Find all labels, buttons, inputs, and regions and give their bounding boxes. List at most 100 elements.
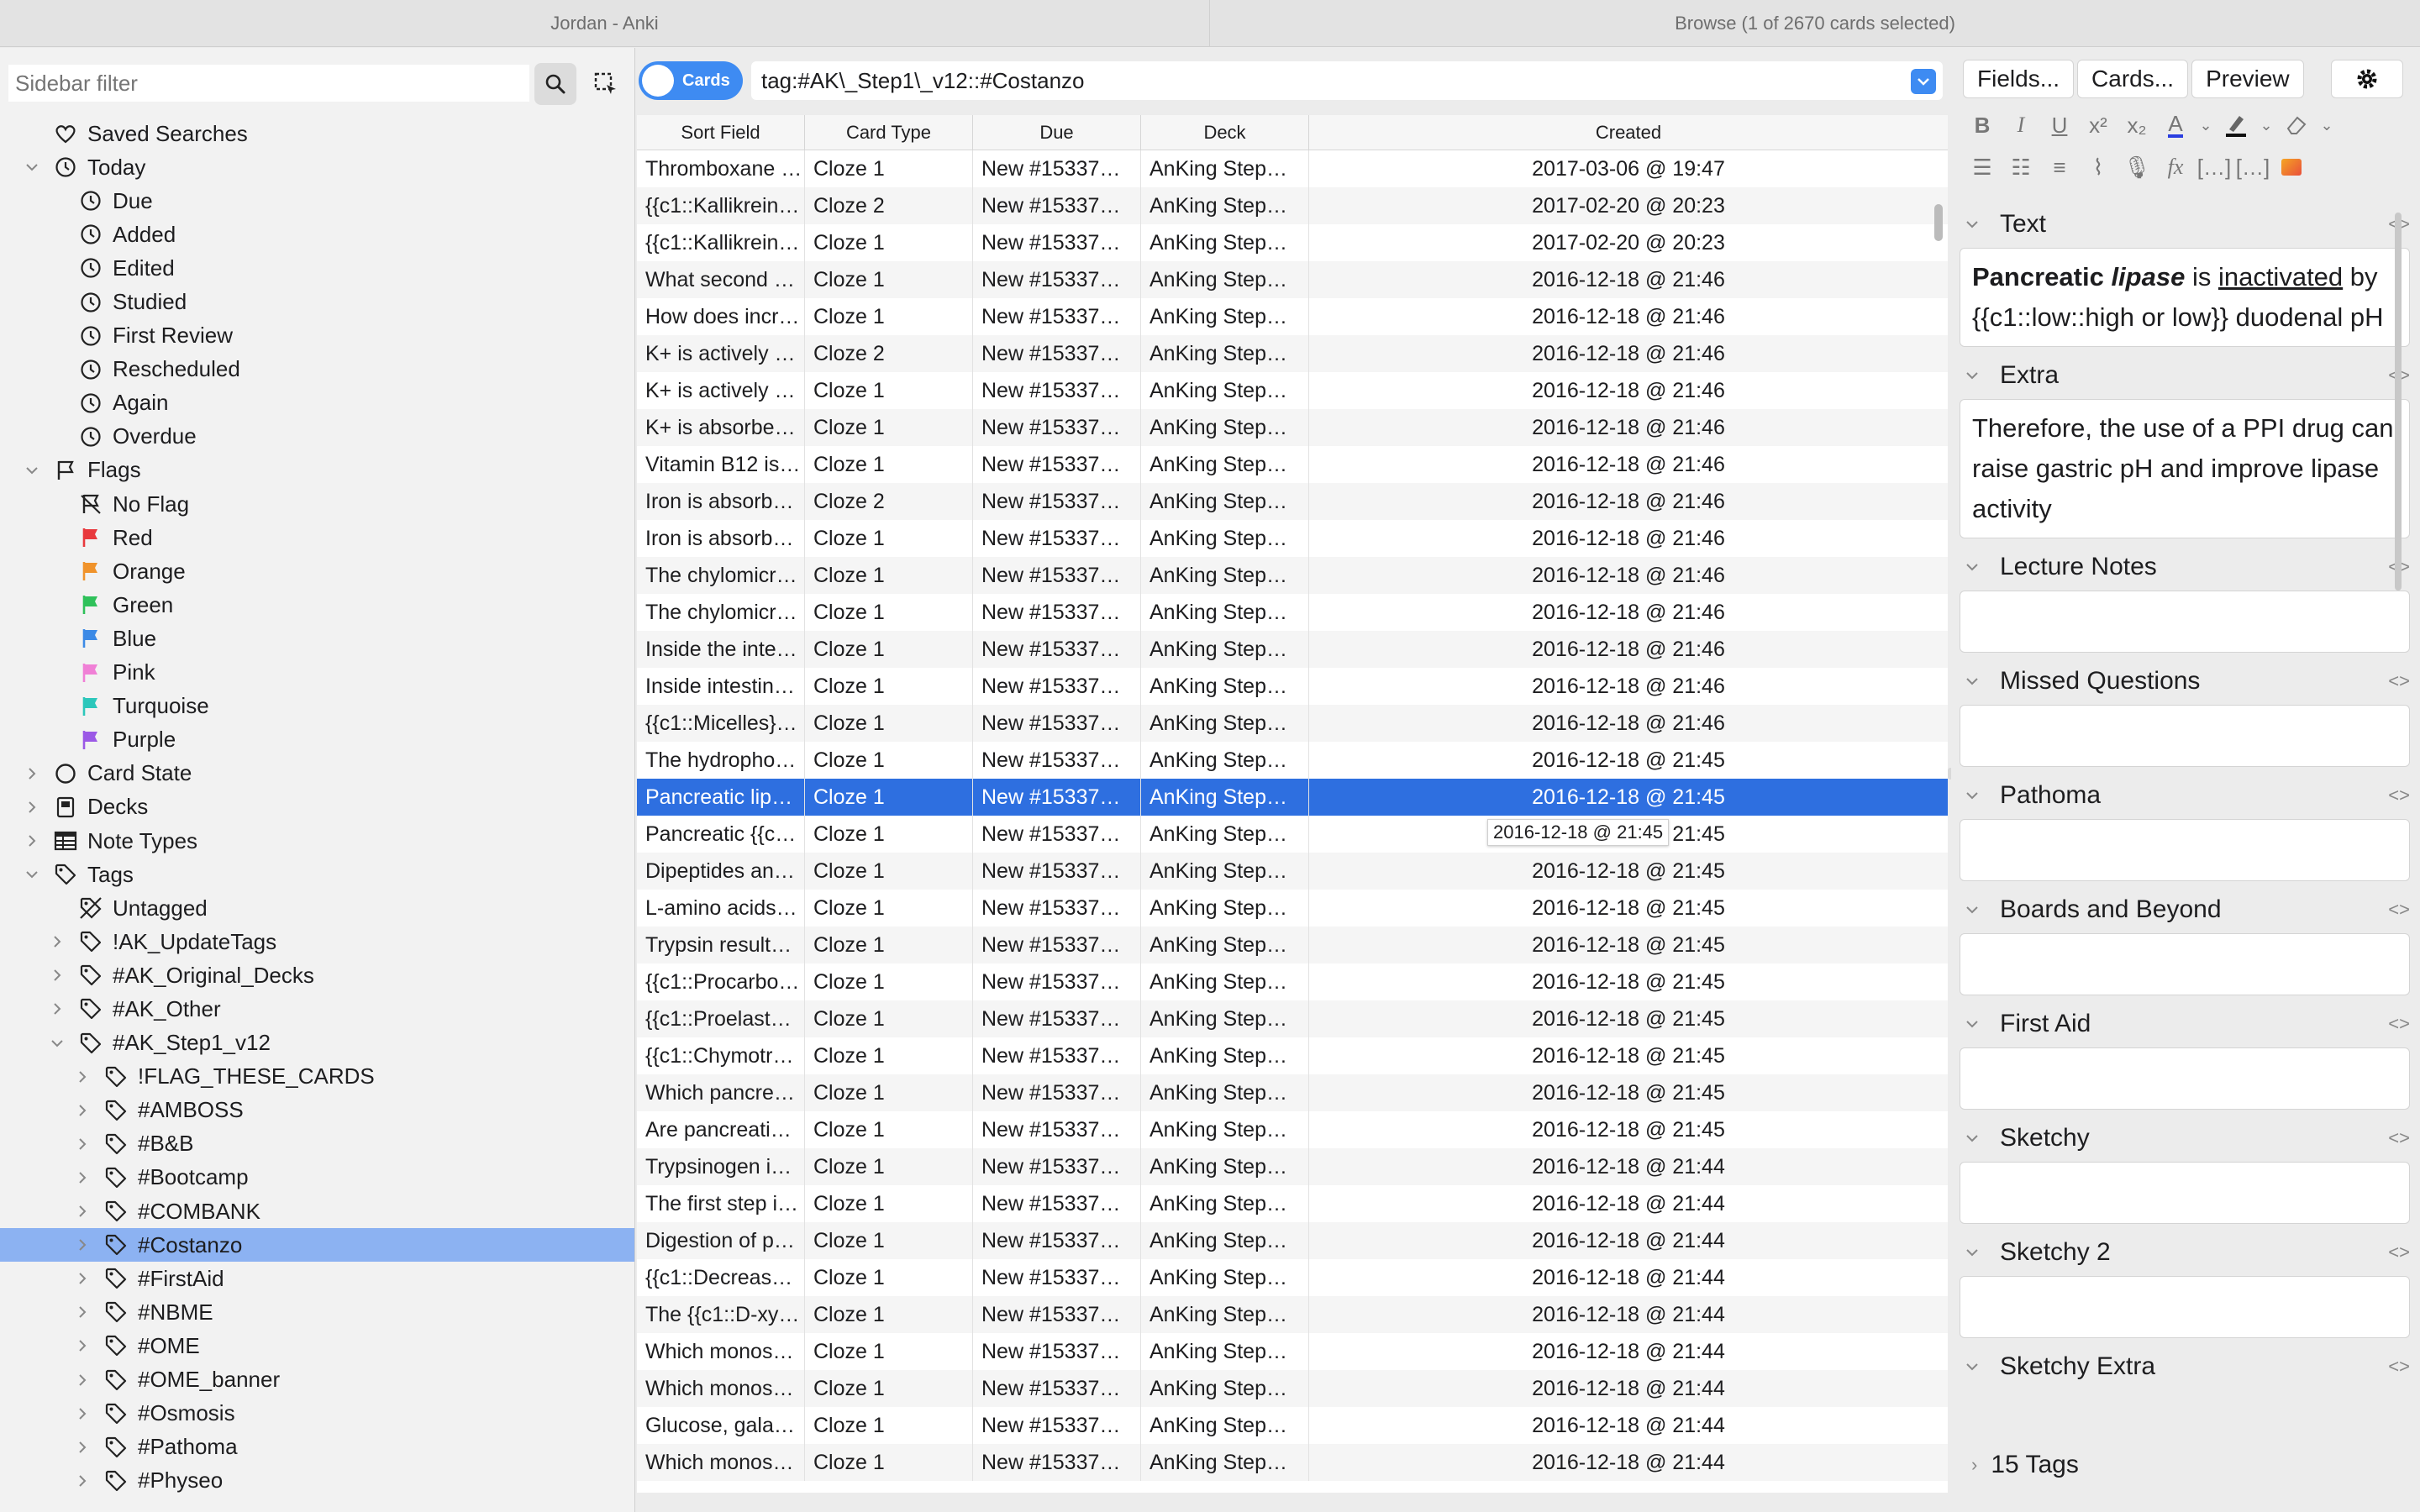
sidebar-search-button[interactable] — [534, 63, 576, 105]
table-row[interactable]: Digestion of p… Cloze 1 New #15337… AnKing … — [637, 1222, 1948, 1259]
table-row[interactable]: How does incr… Cloze 1 New #15337… AnKing S… — [637, 298, 1948, 335]
chevron-right-icon[interactable] — [24, 834, 40, 848]
mathjax-button[interactable]: fx — [2156, 149, 2195, 186]
sidebar-select-mode-button[interactable] — [585, 63, 627, 105]
column-header[interactable]: Card Type — [805, 115, 973, 150]
chevron-down-icon[interactable] — [49, 1039, 66, 1047]
table-row[interactable]: Inside the inte… Cloze 1 New #15337… AnKing… — [637, 631, 1948, 668]
search-input[interactable]: tag:#AK\_Step1\_v12::#Costanzo — [751, 61, 1943, 100]
sidebar-item[interactable]: #AK_Step1_v12 — [0, 1026, 634, 1060]
table-row[interactable]: Are pancreati… Cloze 1 New #15337… AnKing S… — [637, 1111, 1948, 1148]
sidebar-filter-input[interactable] — [8, 65, 529, 102]
chevron-down-icon[interactable] — [1960, 1362, 1985, 1371]
subscript-button[interactable]: x₂ — [2118, 107, 2156, 144]
table-row[interactable]: The chylomicr… Cloze 1 New #15337… AnKing S… — [637, 594, 1948, 631]
sidebar-item[interactable]: Card State — [0, 757, 634, 790]
field-input[interactable] — [1960, 705, 2410, 767]
chevron-down-icon[interactable] — [24, 163, 40, 171]
chevron-right-icon[interactable] — [74, 1474, 91, 1488]
sidebar-item[interactable]: Red — [0, 521, 634, 554]
sidebar-item[interactable]: Again — [0, 386, 634, 420]
column-header[interactable]: Due — [973, 115, 1141, 150]
table-row[interactable]: K+ is absorbe… Cloze 1 New #15337… AnKing S… — [637, 409, 1948, 446]
table-row[interactable]: The {{c1::D-xy… Cloze 1 New #15337… AnKing … — [637, 1296, 1948, 1333]
chevron-down-icon[interactable] — [1960, 563, 1985, 571]
table-row[interactable]: L-amino acids… Cloze 1 New #15337… AnKing S… — [637, 890, 1948, 927]
html-toggle-icon[interactable]: <> — [2388, 1127, 2410, 1149]
sidebar-item[interactable]: Today — [0, 150, 634, 184]
table-row[interactable]: Which monos… Cloze 1 New #15337… AnKing Ste… — [637, 1444, 1948, 1481]
sidebar-item[interactable]: #OME_banner — [0, 1362, 634, 1396]
table-row[interactable]: Which monos… Cloze 1 New #15337… AnKing Ste… — [637, 1333, 1948, 1370]
sidebar-item[interactable]: Decks — [0, 790, 634, 824]
chevron-down-icon[interactable] — [1960, 677, 1985, 685]
html-toggle-icon[interactable]: <> — [2388, 785, 2410, 806]
field-header[interactable]: Text<> — [1960, 207, 2410, 241]
eraser-button[interactable] — [2277, 107, 2316, 144]
html-toggle-icon[interactable]: <> — [2388, 1242, 2410, 1263]
field-input[interactable] — [1960, 933, 2410, 995]
table-row[interactable]: Iron is absorb… Cloze 1 New #15337… AnKing … — [637, 520, 1948, 557]
field-header[interactable]: Sketchy <> — [1960, 1121, 2410, 1155]
chevron-right-icon[interactable] — [49, 969, 66, 982]
chevron-down-icon[interactable] — [24, 466, 40, 475]
table-row[interactable]: Dipeptides an… Cloze 1 New #15337… AnKing S… — [637, 853, 1948, 890]
unordered-list-button[interactable]: ☰ — [1963, 149, 2002, 186]
field-header[interactable]: Missed Questions <> — [1960, 664, 2410, 698]
image-occlusion-button[interactable] — [2272, 149, 2311, 186]
sidebar-item[interactable]: Blue — [0, 622, 634, 655]
sidebar-item[interactable]: #NBME — [0, 1295, 634, 1329]
chevron-right-icon[interactable] — [74, 1339, 91, 1352]
table-row[interactable]: Thromboxane … Cloze 1 New #15337… AnKing St… — [637, 150, 1948, 187]
chevron-right-icon[interactable] — [24, 767, 40, 780]
table-row[interactable]: The hydropho… Cloze 1 New #15337… AnKing St… — [637, 742, 1948, 779]
sidebar-item[interactable]: #Osmosis — [0, 1397, 634, 1431]
record-audio-button[interactable]: 🎙 — [2118, 149, 2156, 186]
cloze-same-button[interactable]: […] — [2233, 149, 2272, 186]
sidebar-item[interactable]: Added — [0, 218, 634, 251]
html-toggle-icon[interactable]: <> — [2388, 670, 2410, 692]
highlight-button[interactable] — [2217, 107, 2255, 144]
table-row[interactable]: {{c1::Proelast… Cloze 1 New #15337… AnKing … — [637, 1000, 1948, 1037]
sidebar-item[interactable]: #Physeo — [0, 1464, 634, 1498]
text-color-dropdown[interactable]: ⌄ — [2195, 107, 2217, 144]
chevron-right-icon[interactable] — [74, 1104, 91, 1117]
chevron-right-icon[interactable] — [74, 1305, 91, 1319]
sidebar-item[interactable]: Edited — [0, 251, 634, 285]
chevron-right-icon[interactable] — [74, 1441, 91, 1454]
underline-button[interactable]: U — [2040, 107, 2079, 144]
sidebar-item[interactable]: #AK_Other — [0, 992, 634, 1026]
field-header[interactable]: Pathoma <> — [1960, 779, 2410, 812]
column-header[interactable]: Created — [1309, 115, 1948, 150]
chevron-down-icon[interactable] — [1960, 1020, 1985, 1028]
fields-button[interactable]: Fields... — [1963, 60, 2075, 98]
sidebar-item[interactable]: Purple — [0, 723, 634, 757]
sidebar-item[interactable]: Untagged — [0, 891, 634, 925]
sidebar-item[interactable]: Flags — [0, 454, 634, 487]
chevron-down-icon[interactable] — [24, 870, 40, 879]
table-row[interactable]: {{c1::Decreas… Cloze 1 New #15337… AnKing S… — [637, 1259, 1948, 1296]
field-input[interactable] — [1960, 591, 2410, 653]
cloze-button[interactable]: […] — [2195, 149, 2233, 186]
table-row[interactable]: Vitamin B12 is… Cloze 1 New #15337… AnKing … — [637, 446, 1948, 483]
chevron-down-icon[interactable] — [1960, 371, 1985, 380]
table-row[interactable]: {{c1::Kallikrein… Cloze 1 New #15337… AnKin… — [637, 224, 1948, 261]
field-header[interactable]: Sketchy Extra <> — [1960, 1350, 2410, 1383]
field-input[interactable] — [1960, 1047, 2410, 1110]
table-row[interactable]: Which monos… Cloze 1 New #15337… AnKing Ste… — [637, 1370, 1948, 1407]
sidebar-item[interactable]: #OME — [0, 1329, 634, 1362]
sidebar-item[interactable]: #FirstAid — [0, 1262, 634, 1295]
sidebar-item[interactable]: !AK_UpdateTags — [0, 925, 634, 958]
chevron-right-icon[interactable] — [24, 801, 40, 814]
chevron-right-icon[interactable] — [74, 1238, 91, 1252]
table-row[interactable]: The first step i… Cloze 1 New #15337… AnKin… — [637, 1185, 1948, 1222]
sidebar-item[interactable]: #AMBOSS — [0, 1094, 634, 1127]
table-scrollbar[interactable] — [1934, 204, 1943, 241]
cards-notes-toggle[interactable]: Cards — [639, 61, 743, 100]
table-row[interactable]: {{c1::Procarbo… Cloze 1 New #15337… AnKing … — [637, 963, 1948, 1000]
sidebar-item[interactable]: Studied — [0, 285, 634, 318]
sidebar-item[interactable]: No Flag — [0, 487, 634, 521]
chevron-right-icon[interactable] — [74, 1070, 91, 1084]
field-input[interactable]: Pancreatic lipase is inactivated by {{c1… — [1960, 248, 2410, 347]
field-header[interactable]: Boards and Beyond <> — [1960, 893, 2410, 927]
